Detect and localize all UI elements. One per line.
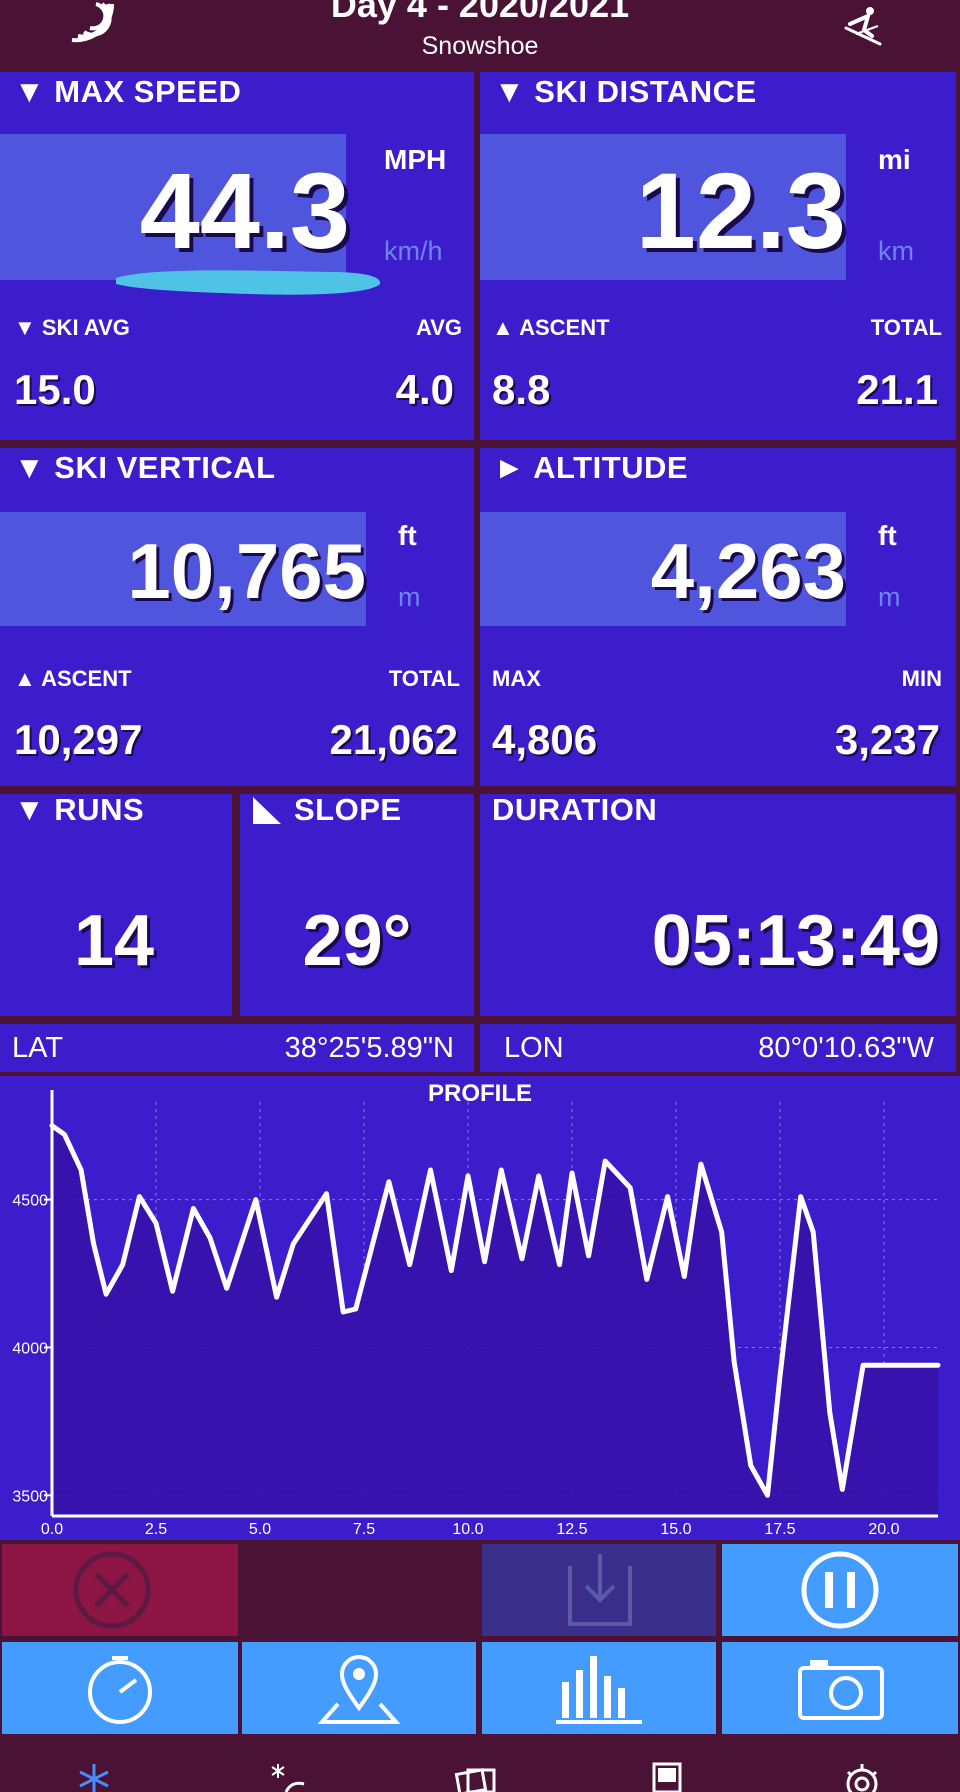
redaction-scribble <box>116 270 381 295</box>
x-tick-label: 10.0 <box>452 1521 483 1538</box>
slope-title: SLOPE <box>294 792 402 827</box>
vertical-ascent-value: 10,297 <box>14 716 143 763</box>
ski-vertical-unit-primary[interactable]: ft <box>398 520 417 552</box>
y-tick-label: 3500 <box>12 1488 48 1505</box>
x-tick-label: 7.5 <box>353 1521 375 1538</box>
map-button[interactable] <box>242 1642 476 1734</box>
resort-name: Snowshoe <box>421 32 539 60</box>
camera-button[interactable] <box>722 1642 958 1734</box>
x-tick-label: 12.5 <box>556 1521 587 1538</box>
close-circle-icon <box>73 1551 151 1629</box>
ski-distance-unit-primary[interactable]: mi <box>878 144 911 176</box>
profile-area <box>52 1125 938 1516</box>
altitude-title: ► ALTITUDE <box>494 450 689 485</box>
page-title: Day 4 - 2020/2021 <box>330 0 630 25</box>
ski-avg-label: ▼ SKI AVG <box>14 315 130 340</box>
ski-vertical-title: ▼ SKI VERTICAL <box>14 450 276 485</box>
ski-distance-unit-secondary[interactable]: km <box>878 236 914 267</box>
ski-vertical-unit-secondary[interactable]: m <box>398 582 421 613</box>
altitude-value: 4,263 <box>650 527 846 615</box>
stop-button[interactable] <box>2 1544 238 1636</box>
distance-ascent-label: ▲ ASCENT <box>492 315 610 340</box>
distance-ascent-value: 8.8 <box>492 366 551 413</box>
latitude-label: LAT <box>12 1032 64 1064</box>
export-button[interactable] <box>482 1544 716 1636</box>
stopwatch-button[interactable] <box>2 1642 238 1734</box>
pause-circle-icon <box>801 1551 879 1629</box>
ski-vertical-value: 10,765 <box>127 527 366 615</box>
export-icon <box>568 1554 632 1626</box>
max-speed-unit-secondary[interactable]: km/h <box>384 236 443 267</box>
ski-distance-title: ▼ SKI DISTANCE <box>494 74 757 109</box>
distance-total-label: TOTAL <box>870 315 942 340</box>
longitude-value: 80°0'10.63"W <box>758 1032 934 1064</box>
camera-icon <box>798 1660 884 1720</box>
phone-icon[interactable] <box>650 1762 684 1792</box>
altitude-min-label: MIN <box>901 666 942 691</box>
snowflake-icon[interactable] <box>72 1762 116 1792</box>
cards-icon[interactable] <box>454 1764 498 1792</box>
max-speed-title: ▼ MAX SPEED <box>14 74 242 109</box>
empty-slot <box>242 1544 476 1636</box>
vertical-ascent-label: ▲ ASCENT <box>14 666 132 691</box>
y-tick-label: 4500 <box>12 1193 48 1210</box>
slope-value: 29° <box>302 901 412 981</box>
skier-icon[interactable] <box>842 4 884 46</box>
altitude-min-value: 3,237 <box>834 716 940 763</box>
stopwatch-icon <box>88 1656 152 1724</box>
altitude-max-label: MAX <box>492 666 541 691</box>
avg-value: 4.0 <box>395 366 454 413</box>
x-tick-label: 20.0 <box>868 1521 899 1538</box>
duration-title: DURATION <box>492 792 658 827</box>
altitude-max-value: 4,806 <box>492 716 598 763</box>
x-tick-label: 15.0 <box>660 1521 691 1538</box>
x-tick-label: 17.5 <box>764 1521 795 1538</box>
avg-label: AVG <box>415 315 462 340</box>
distance-total-value: 21.1 <box>856 366 938 413</box>
x-tick-label: 5.0 <box>249 1521 271 1538</box>
map-pin-icon <box>317 1655 401 1724</box>
runs-title: ▼ RUNS <box>14 792 145 827</box>
longitude-label: LON <box>504 1032 564 1064</box>
pause-button[interactable] <box>722 1544 958 1636</box>
x-tick-label: 2.5 <box>145 1521 167 1538</box>
x-tick-label: 0.0 <box>41 1521 63 1538</box>
profile-chart[interactable]: 0.0 2.5 5.0 7.5 10.0 12.5 15.0 17.5 20.0 3500 4000… <box>0 1076 960 1540</box>
ski-avg-value: 15.0 <box>14 366 96 413</box>
bar-chart-icon <box>556 1656 642 1724</box>
ski-distance-value: 12.3 <box>635 150 846 271</box>
stats-button[interactable] <box>482 1642 716 1734</box>
gear-icon[interactable] <box>840 1762 884 1792</box>
slope-icon <box>253 797 281 824</box>
y-tick-label: 4000 <box>12 1340 48 1357</box>
runs-value: 14 <box>73 901 155 981</box>
altitude-unit-secondary[interactable]: m <box>878 582 901 613</box>
duration-value: 05:13:49 <box>651 901 940 981</box>
skier-snowflake-icon[interactable] <box>264 1762 308 1792</box>
vertical-total-value: 21,062 <box>329 716 458 763</box>
vertical-total-label: TOTAL <box>388 666 460 691</box>
max-speed-value: 44.3 <box>139 150 350 271</box>
max-speed-unit-primary[interactable]: MPH <box>384 144 446 176</box>
latitude-value: 38°25'5.89"N <box>284 1032 454 1064</box>
altitude-unit-primary[interactable]: ft <box>878 520 897 552</box>
